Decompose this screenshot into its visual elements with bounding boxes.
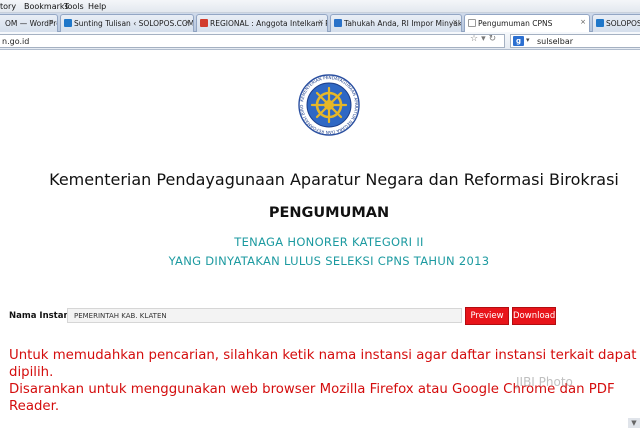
tab-tahukah[interactable]: Tahukah Anda, RI Impor Minyak Me... × <box>330 14 462 32</box>
page-content: KEMENTERIAN PENDAYAGUNAAN APARATUR NEGAR… <box>0 51 640 428</box>
address-text: n.go.id <box>2 37 30 46</box>
instansi-input[interactable]: PEMERINTAH KAB. KLATEN <box>67 308 462 323</box>
news-icon <box>334 19 342 27</box>
search-value: sulselbar <box>537 37 574 46</box>
tab-solopos-edit[interactable]: Sunting Tulisan ‹ SOLOPOS.COM — ... × <box>60 14 194 32</box>
reload-icon[interactable]: ↻ <box>489 34 500 44</box>
subtitle-category: TENAGA HONORER KATEGORI II <box>234 235 424 249</box>
chevron-down-icon[interactable]: ▾ <box>526 36 530 44</box>
solopos-icon <box>596 19 604 27</box>
close-icon[interactable]: × <box>184 18 190 26</box>
photo-watermark: JIBI Photo <box>516 375 573 389</box>
tab-solopos[interactable]: SOLOPOS.COM <box>592 14 640 32</box>
ministry-title: Kementerian Pendayagunaan Aparatur Negar… <box>49 170 619 189</box>
tab-wordpress[interactable]: OM — WordPress × <box>0 14 58 32</box>
download-button[interactable]: Download <box>512 307 556 325</box>
tab-regional[interactable]: REGIONAL : Anggota Intelkam Pold... × <box>196 14 328 32</box>
tab-label: REGIONAL : Anggota Intelkam Pold... <box>210 19 327 28</box>
search-input[interactable]: g ▾ sulselbar <box>510 34 640 48</box>
tab-label: Pengumuman CPNS <box>478 19 553 28</box>
page-title: PENGUMUMAN <box>268 205 390 221</box>
ministry-logo: KEMENTERIAN PENDAYAGUNAAN APARATUR NEGAR… <box>298 74 360 136</box>
subtitle-result: YANG DINYATAKAN LULUS SELEKSI CPNS TAHUN… <box>168 254 490 268</box>
dropdown-arrow-icon[interactable]: ▾ <box>481 34 489 44</box>
page-icon <box>468 19 476 27</box>
menu-tools[interactable]: Tools <box>64 2 84 11</box>
menu-help[interactable]: Help <box>88 2 106 11</box>
navigation-bar: n.go.id ☆▾↻ g ▾ sulselbar <box>0 32 640 50</box>
gmail-icon <box>200 19 208 27</box>
bookmark-star-icon[interactable]: ☆ <box>470 34 481 44</box>
close-icon[interactable]: × <box>48 18 54 26</box>
menu-bar: tory Bookmarks Tools Help <box>0 0 640 13</box>
solopos-icon <box>64 19 72 27</box>
tab-label: SOLOPOS.COM <box>606 19 640 28</box>
address-actions: ☆▾↻ <box>470 34 499 44</box>
close-icon[interactable]: × <box>318 18 324 26</box>
google-search-icon[interactable]: g <box>513 36 524 46</box>
tab-label: Tahukah Anda, RI Impor Minyak Me... <box>344 19 462 28</box>
preview-button[interactable]: Preview <box>465 307 509 325</box>
tab-label: Sunting Tulisan ‹ SOLOPOS.COM — ... <box>74 19 194 28</box>
tab-pengumuman-cpns[interactable]: Pengumuman CPNS × <box>464 14 590 33</box>
scroll-down-icon[interactable]: ▼ <box>628 418 640 428</box>
menu-history[interactable]: tory <box>0 2 16 11</box>
close-icon[interactable]: × <box>580 18 586 26</box>
tab-strip: OM — WordPress × Sunting Tulisan ‹ SOLOP… <box>0 13 640 33</box>
address-bar[interactable]: n.go.id <box>0 34 505 48</box>
close-icon[interactable]: × <box>452 18 458 26</box>
menu-bookmarks[interactable]: Bookmarks <box>24 2 69 11</box>
